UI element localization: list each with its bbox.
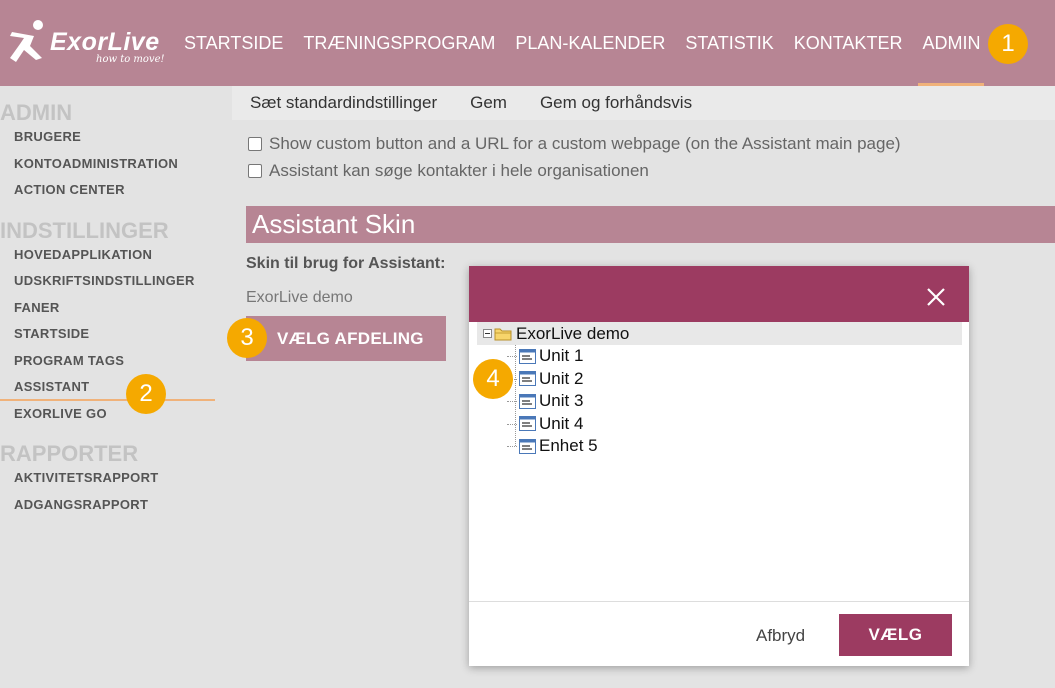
exorlive-logo[interactable]: ExorLive how to move! <box>8 14 178 74</box>
skin-value: ExorLive demo <box>246 289 353 306</box>
choose-department-button[interactable]: VÆLG AFDELING <box>246 316 446 361</box>
dialog-header <box>469 266 969 322</box>
save-button[interactable]: Gem <box>470 93 507 113</box>
tree-item-label: Enhet 5 <box>539 436 598 456</box>
tree-item-unit-1[interactable]: Unit 1 <box>477 345 962 368</box>
sidebar-item-program-tags[interactable]: PROGRAM TAGS <box>0 348 230 375</box>
nav-statistik[interactable]: STATISTIK <box>685 0 773 86</box>
close-icon[interactable] <box>925 286 947 308</box>
step-badge-1: 1 <box>988 24 1028 64</box>
choose-department-dialog: ExorLive demo Unit 1 Unit 2 Unit 3 Unit … <box>469 266 969 666</box>
tree-item-enhet-5[interactable]: Enhet 5 <box>477 435 962 458</box>
brand-name: ExorLive <box>50 28 160 56</box>
step-badge-4: 4 <box>473 359 513 399</box>
step-badge-3: 3 <box>227 318 267 358</box>
brand-slogan: how to move! <box>96 54 165 65</box>
search-contacts-checkbox[interactable] <box>248 164 262 178</box>
custom-button-label: Show custom button and a URL for a custo… <box>269 134 901 153</box>
sidebar-item-udskriftsindstillinger[interactable]: UDSKRIFTSINDSTILLINGER <box>0 268 230 295</box>
sidebar: ADMIN BRUGERE KONTOADMINISTRATION ACTION… <box>0 86 230 518</box>
toolbar: Sæt standardindstillinger Gem Gem og for… <box>232 86 1055 120</box>
unit-icon <box>519 371 536 387</box>
department-tree: ExorLive demo Unit 1 Unit 2 Unit 3 Unit … <box>477 322 962 458</box>
tree-item-unit-4[interactable]: Unit 4 <box>477 413 962 436</box>
sidebar-item-faner[interactable]: FANER <box>0 295 230 322</box>
choose-button[interactable]: VÆLG <box>839 614 952 656</box>
nav-plan-kalender[interactable]: PLAN-KALENDER <box>515 0 665 86</box>
tree-item-unit-3[interactable]: Unit 3 <box>477 390 962 413</box>
tree-item-label: Unit 4 <box>539 413 584 433</box>
search-contacts-option: Assistant kan søge kontakter i hele orga… <box>248 161 649 181</box>
nav-admin[interactable]: ADMIN <box>918 0 985 86</box>
runner-icon <box>10 20 43 62</box>
custom-button-checkbox[interactable] <box>248 137 262 151</box>
skin-label: Skin til brug for Assistant: <box>246 255 446 272</box>
unit-icon <box>519 348 536 364</box>
save-preview-button[interactable]: Gem og forhåndsvis <box>540 93 692 113</box>
tree-item-label: Unit 1 <box>539 346 584 366</box>
unit-icon <box>519 393 536 409</box>
sidebar-item-hovedapplikation[interactable]: HOVEDAPPLIKATION <box>0 242 230 269</box>
tree-root-node[interactable]: ExorLive demo <box>477 322 962 345</box>
unit-icon <box>519 438 536 454</box>
sidebar-item-kontoadministration[interactable]: KONTOADMINISTRATION <box>0 151 230 178</box>
sidebar-section-indstillinger: INDSTILLINGER <box>0 217 169 243</box>
top-bar: ExorLive how to move! STARTSIDE TRÆNINGS… <box>0 0 1055 86</box>
sidebar-item-startside[interactable]: STARTSIDE <box>0 321 230 348</box>
step-badge-2: 2 <box>126 374 166 414</box>
cancel-button[interactable]: Afbryd <box>756 626 805 646</box>
unit-icon <box>519 416 536 432</box>
nav-kontakter[interactable]: KONTAKTER <box>794 0 903 86</box>
tree-root-label: ExorLive demo <box>516 323 630 343</box>
tree-item-label: Unit 2 <box>539 368 584 388</box>
sidebar-item-adgangsrapport[interactable]: ADGANGSRAPPORT <box>0 492 230 519</box>
dialog-footer: Afbryd VÆLG <box>469 601 969 666</box>
main-nav: STARTSIDE TRÆNINGSPROGRAM PLAN-KALENDER … <box>184 0 1000 86</box>
sidebar-item-exorlive-go[interactable]: EXORLIVE GO <box>0 401 230 428</box>
nav-startside[interactable]: STARTSIDE <box>184 0 283 86</box>
sidebar-section-admin: ADMIN <box>0 100 73 125</box>
collapse-icon[interactable] <box>483 329 492 338</box>
sidebar-section-rapporter: RAPPORTER <box>0 441 139 466</box>
tree-item-unit-2[interactable]: Unit 2 <box>477 368 962 391</box>
assistant-skin-header: Assistant Skin <box>246 206 1055 243</box>
nav-traeningsprogram[interactable]: TRÆNINGSPROGRAM <box>303 0 495 86</box>
sidebar-item-action-center[interactable]: ACTION CENTER <box>0 177 230 204</box>
sidebar-item-assistant[interactable]: ASSISTANT <box>0 374 215 401</box>
folder-icon <box>494 328 512 340</box>
custom-button-option: Show custom button and a URL for a custo… <box>248 134 901 154</box>
set-defaults-button[interactable]: Sæt standardindstillinger <box>250 93 437 113</box>
sidebar-item-aktivitetsrapport[interactable]: AKTIVITETSRAPPORT <box>0 465 230 492</box>
search-contacts-label: Assistant kan søge kontakter i hele orga… <box>269 161 649 180</box>
tree-item-label: Unit 3 <box>539 391 584 411</box>
sidebar-item-brugere[interactable]: BRUGERE <box>0 124 230 151</box>
